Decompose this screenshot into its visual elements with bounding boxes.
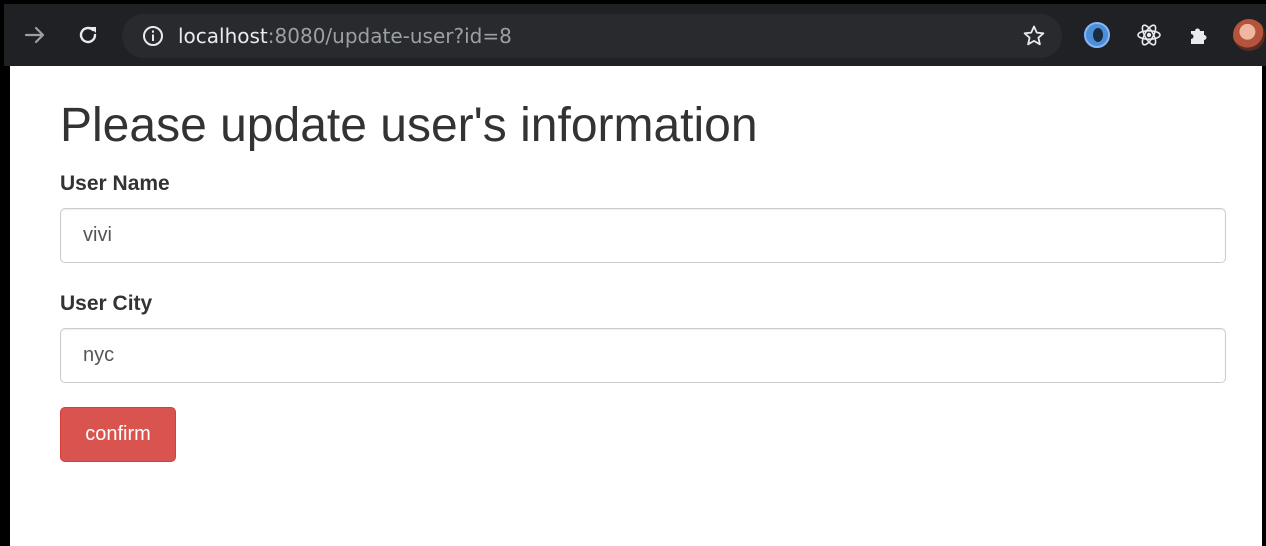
reload-icon — [79, 26, 97, 44]
extensions-button[interactable] — [1184, 20, 1214, 50]
address-bar[interactable]: localhost:8080/update-user?id=8 — [122, 14, 1062, 58]
url-host: localhost — [178, 24, 268, 48]
puzzle-icon — [1191, 28, 1207, 44]
extension-button-1[interactable] — [1082, 20, 1112, 50]
info-icon[interactable] — [142, 25, 164, 47]
react-icon — [1137, 24, 1161, 46]
page-content: Please update user's information User Na… — [10, 66, 1262, 546]
forward-button[interactable] — [18, 4, 52, 66]
confirm-button[interactable]: confirm — [60, 407, 176, 462]
url-text[interactable]: localhost:8080/update-user?id=8 — [178, 14, 512, 58]
profile-button[interactable] — [1232, 19, 1266, 51]
browser-chrome: localhost:8080/update-user?id=8 — [0, 0, 1266, 66]
forward-icon — [24, 26, 45, 44]
browser-toolbar: localhost:8080/update-user?id=8 — [4, 4, 1266, 66]
url-path: :8080/update-user?id=8 — [267, 24, 512, 48]
reload-button[interactable] — [71, 4, 105, 66]
user-name-input[interactable] — [60, 208, 1226, 263]
page-title: Please update user's information — [60, 99, 758, 152]
star-icon[interactable] — [1022, 24, 1046, 48]
user-name-label: User Name — [60, 172, 170, 195]
user-city-input[interactable] — [60, 328, 1226, 383]
user-city-label: User City — [60, 292, 153, 315]
avatar — [1233, 19, 1265, 51]
extension-circle-icon — [1084, 22, 1110, 48]
react-devtools-button[interactable] — [1134, 20, 1164, 50]
